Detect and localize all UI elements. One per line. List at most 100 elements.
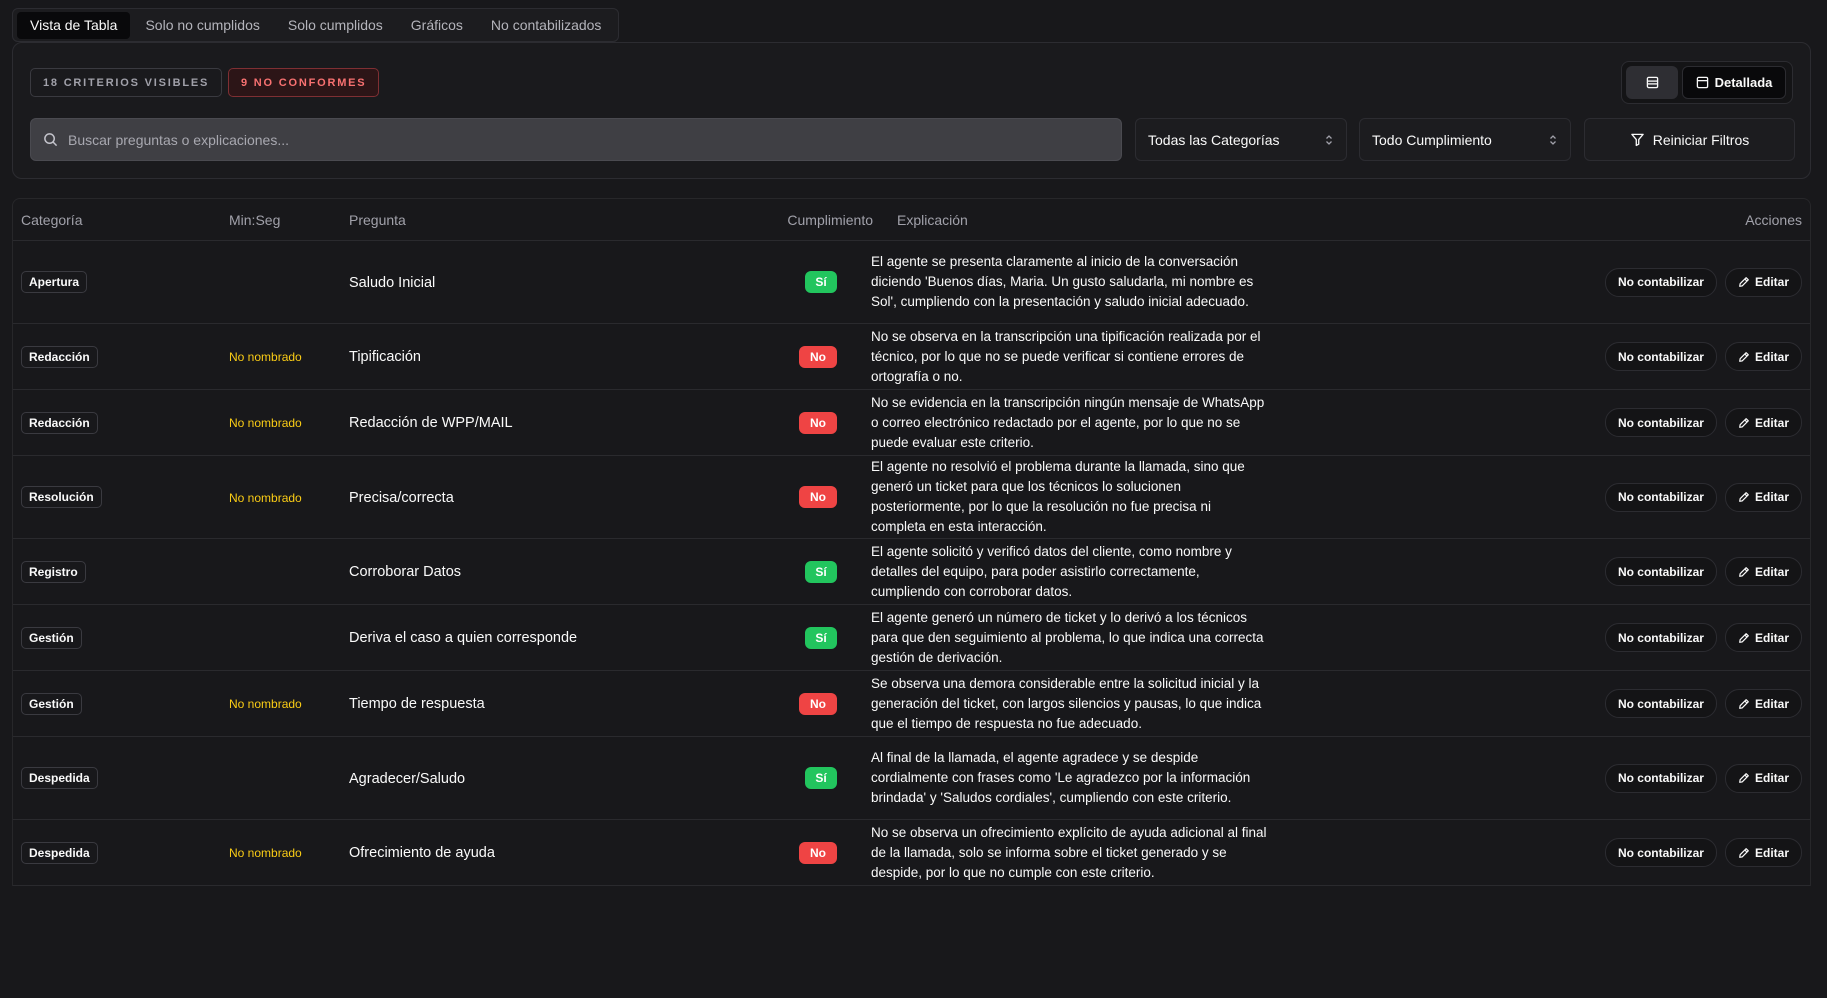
table-header: Categoría Min:Seg Pregunta Cumplimiento … bbox=[13, 199, 1810, 241]
compliance-badge: Sí bbox=[805, 271, 837, 293]
compliance-badge: No bbox=[799, 345, 837, 368]
compact-view-button[interactable] bbox=[1626, 66, 1678, 99]
minseg-value: No nombrado bbox=[229, 697, 302, 711]
question-text: Ofrecimiento de ayuda bbox=[349, 845, 495, 861]
category-pill: Redacción bbox=[21, 345, 98, 368]
table-row: Redacción No nombrado Tipificación No No… bbox=[13, 324, 1810, 390]
reset-filters-button[interactable]: Reiniciar Filtros bbox=[1584, 118, 1795, 161]
edit-label: Editar bbox=[1754, 630, 1789, 645]
edit-button[interactable]: Editar bbox=[1724, 557, 1802, 586]
edit-label: Editar bbox=[1754, 490, 1789, 504]
pencil-icon bbox=[1738, 698, 1750, 710]
no-contabilizar-label: No contabilizar bbox=[1617, 349, 1704, 364]
visible-criteria-badge: 18 CRITERIOS VISIBLES bbox=[30, 68, 223, 97]
table-row: Resolución No nombrado Precisa/correcta … bbox=[13, 456, 1810, 539]
detailed-view-button[interactable]: Detallada bbox=[1682, 66, 1786, 99]
header-acciones: Acciones bbox=[1745, 211, 1802, 228]
explanation-text: El agente se presenta claramente al inic… bbox=[871, 254, 1254, 309]
minseg-value: No nombrado bbox=[229, 416, 302, 430]
compliance-badge: Sí bbox=[805, 560, 837, 583]
edit-label: Editar bbox=[1754, 415, 1789, 430]
table-body: Apertura Saludo Inicial Sí El agente se … bbox=[13, 241, 1810, 886]
no-contabilizar-button[interactable]: No contabilizar bbox=[1604, 342, 1717, 371]
compliance-badge: No bbox=[799, 841, 837, 864]
edit-label: Editar bbox=[1754, 349, 1789, 364]
explanation-text: El agente solicitó y verificó datos del … bbox=[871, 543, 1232, 599]
compliance-badge: Sí bbox=[805, 767, 837, 789]
header-cumplimiento: Cumplimiento bbox=[787, 211, 873, 228]
compliance-badge: No bbox=[799, 692, 837, 715]
no-contabilizar-button[interactable]: No contabilizar bbox=[1604, 482, 1717, 512]
explanation-text: No se evidencia en la transcripción ning… bbox=[871, 394, 1265, 450]
no-contabilizar-label: No contabilizar bbox=[1617, 845, 1704, 860]
question-text: Saludo Inicial bbox=[349, 274, 436, 291]
category-pill: Registro bbox=[21, 560, 86, 583]
category-pill: Despedida bbox=[21, 767, 98, 789]
edit-button[interactable]: Editar bbox=[1724, 342, 1802, 371]
edit-label: Editar bbox=[1754, 564, 1789, 579]
edit-button[interactable]: Editar bbox=[1724, 623, 1802, 652]
edit-button[interactable]: Editar bbox=[1724, 763, 1802, 793]
view-tabs: Vista de Tabla Solo no cumplidos Solo cu… bbox=[12, 8, 620, 42]
compliance-badge: No bbox=[799, 411, 837, 434]
tab-solo-no-cumplidos[interactable]: Solo no cumplidos bbox=[132, 12, 272, 39]
filter-icon bbox=[1630, 132, 1645, 147]
no-contabilizar-button[interactable]: No contabilizar bbox=[1604, 267, 1717, 297]
category-pill: Apertura bbox=[21, 271, 88, 293]
explanation-text: Se observa una demora considerable entre… bbox=[871, 675, 1262, 731]
pencil-icon bbox=[1738, 417, 1750, 429]
tab-no-contabilizados[interactable]: No contabilizados bbox=[478, 12, 615, 39]
compliance-select[interactable]: Todo Cumplimiento bbox=[1359, 118, 1571, 161]
view-mode-toggle: Detallada bbox=[1621, 61, 1793, 104]
tab-graficos[interactable]: Gráficos bbox=[398, 12, 476, 39]
pencil-icon bbox=[1738, 847, 1750, 859]
no-contabilizar-button[interactable]: No contabilizar bbox=[1604, 408, 1717, 437]
explanation-text: Al final de la llamada, el agente agrade… bbox=[871, 750, 1251, 805]
rows-icon bbox=[1646, 76, 1659, 89]
header-minseg: Min:Seg bbox=[229, 211, 281, 228]
category-select-value: Todas las Categorías bbox=[1148, 131, 1280, 148]
table-row: Registro Corroborar Datos Sí El agente s… bbox=[13, 539, 1810, 605]
no-contabilizar-button[interactable]: No contabilizar bbox=[1604, 763, 1717, 793]
edit-label: Editar bbox=[1754, 275, 1789, 289]
table-row: Despedida Agradecer/Saludo Sí Al final d… bbox=[13, 737, 1810, 820]
tab-solo-cumplidos[interactable]: Solo cumplidos bbox=[275, 12, 396, 39]
no-contabilizar-button[interactable]: No contabilizar bbox=[1604, 623, 1717, 652]
category-pill: Resolución bbox=[21, 486, 102, 508]
table-row: Apertura Saludo Inicial Sí El agente se … bbox=[13, 241, 1810, 324]
tab-vista-de-tabla[interactable]: Vista de Tabla bbox=[17, 11, 131, 39]
search-input[interactable] bbox=[68, 131, 1121, 148]
header-explicacion: Explicación bbox=[897, 211, 968, 228]
minseg-value: No nombrado bbox=[229, 350, 302, 364]
chevrons-up-down-icon bbox=[1324, 134, 1334, 146]
compliance-select-value: Todo Cumplimiento bbox=[1372, 131, 1492, 148]
table-row: Despedida No nombrado Ofrecimiento de ay… bbox=[13, 820, 1810, 886]
layout-icon bbox=[1696, 76, 1709, 89]
no-contabilizar-label: No contabilizar bbox=[1617, 275, 1704, 289]
no-contabilizar-label: No contabilizar bbox=[1617, 630, 1704, 645]
explanation-text: El agente no resolvió el problema durant… bbox=[871, 459, 1245, 534]
no-contabilizar-button[interactable]: No contabilizar bbox=[1604, 838, 1717, 867]
question-text: Precisa/correcta bbox=[349, 489, 454, 506]
edit-button[interactable]: Editar bbox=[1724, 482, 1802, 512]
edit-button[interactable]: Editar bbox=[1724, 689, 1802, 718]
no-contabilizar-label: No contabilizar bbox=[1617, 564, 1704, 579]
edit-button[interactable]: Editar bbox=[1724, 838, 1802, 867]
no-contabilizar-button[interactable]: No contabilizar bbox=[1604, 689, 1717, 718]
edit-button[interactable]: Editar bbox=[1724, 408, 1802, 437]
no-contabilizar-label: No contabilizar bbox=[1617, 696, 1704, 711]
table-row: Gestión Deriva el caso a quien correspon… bbox=[13, 605, 1810, 671]
category-pill: Gestión bbox=[21, 626, 82, 649]
edit-button[interactable]: Editar bbox=[1724, 267, 1802, 297]
category-select[interactable]: Todas las Categorías bbox=[1135, 118, 1347, 161]
no-contabilizar-button[interactable]: No contabilizar bbox=[1604, 557, 1717, 586]
question-text: Corroborar Datos bbox=[349, 564, 462, 580]
edit-label: Editar bbox=[1754, 696, 1789, 711]
pencil-icon bbox=[1738, 351, 1750, 363]
search-box bbox=[30, 118, 1122, 161]
no-contabilizar-label: No contabilizar bbox=[1617, 771, 1704, 785]
minseg-value: No nombrado bbox=[229, 846, 302, 860]
edit-label: Editar bbox=[1754, 845, 1789, 860]
question-text: Tiempo de respuesta bbox=[349, 696, 485, 712]
chevrons-up-down-icon bbox=[1548, 134, 1558, 146]
